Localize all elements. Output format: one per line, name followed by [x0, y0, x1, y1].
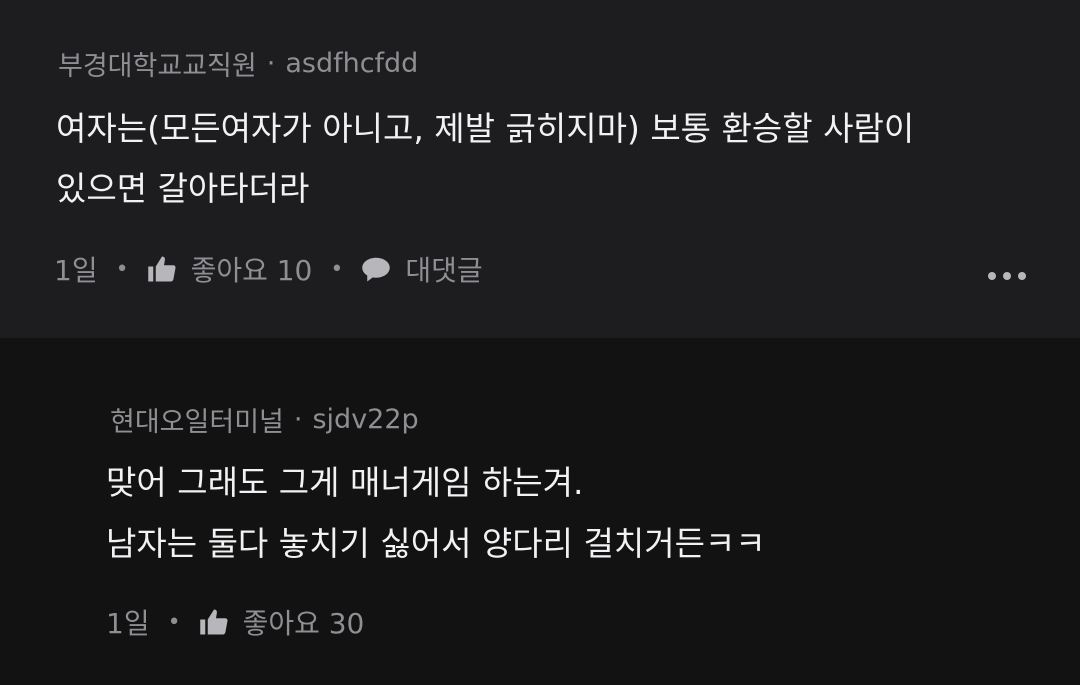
- like-button[interactable]: 좋아요 30: [199, 602, 365, 642]
- username[interactable]: asdfhcfdd: [285, 48, 418, 79]
- reply-label: 대댓글: [405, 254, 483, 287]
- comment-actions: 1일 • 좋아요 30: [106, 602, 364, 642]
- action-separator: •: [115, 256, 129, 282]
- company-name[interactable]: 현대오일터미널: [110, 400, 284, 439]
- more-icon[interactable]: [988, 270, 1028, 282]
- comment-text-line: 맞어 그래도 그게 매너게임 하는겨.: [106, 463, 584, 502]
- comment-actions: 1일 • 좋아요 10 • 대댓글: [54, 249, 483, 289]
- meta-separator: ·: [266, 48, 276, 79]
- meta-separator: ·: [293, 404, 303, 435]
- action-separator: •: [330, 256, 344, 282]
- like-label: 좋아요 10: [190, 254, 313, 287]
- company-name[interactable]: 부경대학교교직원: [58, 44, 257, 83]
- speech-bubble-icon: [361, 255, 391, 283]
- comment-time: 1일: [106, 607, 150, 640]
- username[interactable]: sjdv22p: [312, 404, 418, 435]
- thumbs-up-icon: [147, 255, 177, 283]
- reply-button[interactable]: 대댓글: [361, 249, 483, 289]
- comment-text-line: 여자는(모든여자가 아니고, 제발 긁히지마) 보통 환승할 사람이: [56, 109, 915, 148]
- comment-meta: 현대오일터미널 · sjdv22p: [110, 400, 419, 439]
- reply-card: 현대오일터미널 · sjdv22p 맞어 그래도 그게 매너게임 하는겨. 남자…: [0, 338, 1080, 685]
- comment-meta: 부경대학교교직원 · asdfhcfdd: [58, 44, 418, 83]
- like-label: 좋아요 30: [242, 607, 365, 640]
- like-button[interactable]: 좋아요 10: [147, 249, 313, 289]
- action-separator: •: [167, 609, 181, 635]
- comment-text-line: 남자는 둘다 놓치기 싫어서 양다리 걸치거든ㅋㅋ: [106, 524, 766, 563]
- comment-card: 부경대학교교직원 · asdfhcfdd 여자는(모든여자가 아니고, 제발 긁…: [0, 0, 1080, 338]
- comment-time: 1일: [54, 254, 98, 287]
- comment-text-line: 있으면 갈아타더라: [56, 169, 310, 208]
- thumbs-up-icon: [199, 608, 229, 636]
